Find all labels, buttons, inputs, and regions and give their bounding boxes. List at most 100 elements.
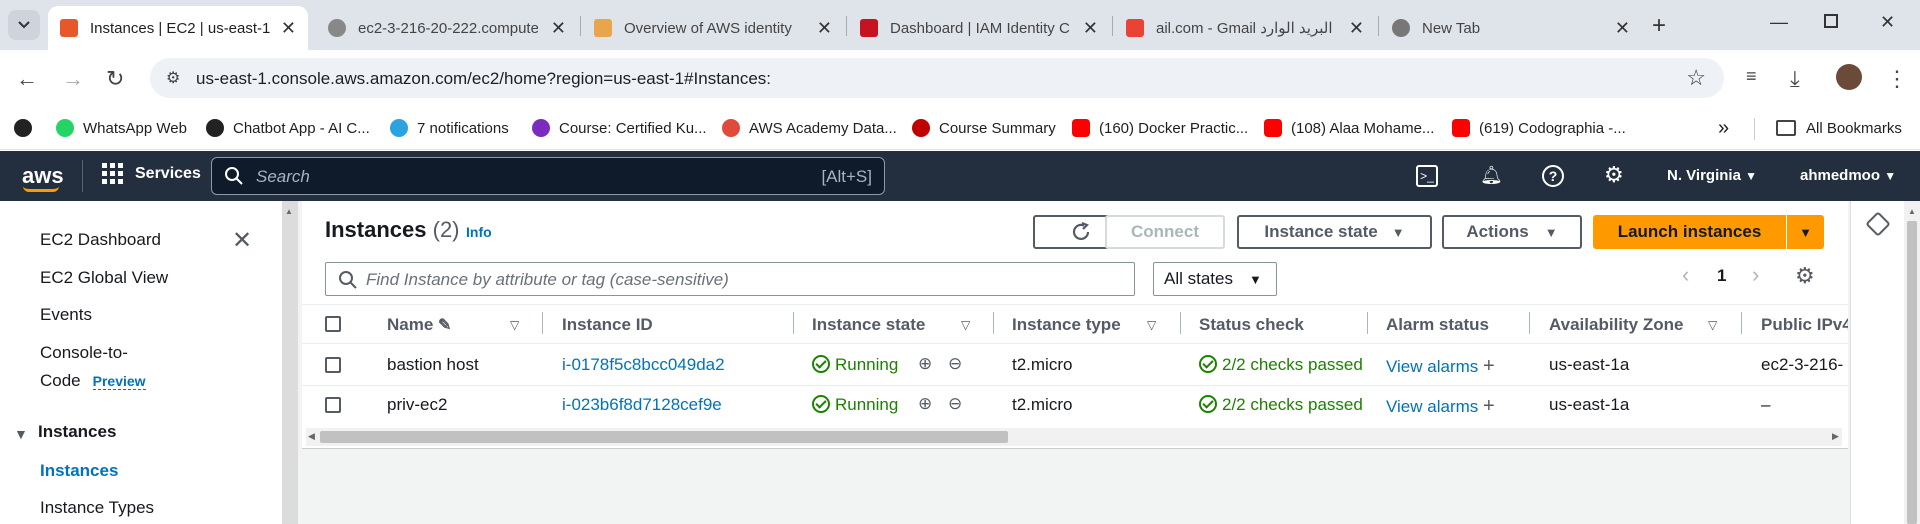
cell-instance-id[interactable]: i-023b6f8d7128cef9e	[562, 395, 722, 415]
launch-dropdown-button[interactable]: ▼	[1787, 215, 1824, 249]
next-page-icon[interactable]: ›	[1752, 262, 1759, 288]
bookmark-codographia[interactable]: (619) Codographia -...	[1452, 116, 1626, 140]
sort-icon[interactable]: ▽	[1147, 318, 1156, 332]
profile-avatar[interactable]	[1836, 64, 1862, 90]
reload-icon[interactable]: ↻	[106, 66, 124, 92]
forward-icon[interactable]: →	[62, 66, 84, 92]
scroll-up-icon[interactable]: ▲	[1908, 207, 1916, 216]
states-select[interactable]: All states ▼	[1153, 262, 1277, 296]
sidebar-item-global-view[interactable]: EC2 Global View	[40, 268, 168, 288]
url-bar[interactable]: ⚙ us-east-1.console.aws.amazon.com/ec2/h…	[150, 58, 1724, 98]
tab-new-tab[interactable]: New Tab ✕	[1380, 6, 1642, 50]
url-text[interactable]: us-east-1.console.aws.amazon.com/ec2/hom…	[196, 69, 771, 89]
tab-gmail[interactable]: ail.com - Gmail البريد الوارد ✕	[1114, 6, 1376, 50]
cell-alarm-status[interactable]: View alarms +	[1386, 355, 1495, 378]
bookmark-docker[interactable]: (160) Docker Practic...	[1072, 116, 1248, 140]
add-alarm-icon[interactable]: +	[1483, 355, 1495, 377]
sort-icon[interactable]: ▽	[1708, 318, 1717, 332]
close-tab-icon[interactable]: ✕	[281, 19, 296, 37]
prev-page-icon[interactable]: ‹	[1682, 262, 1689, 288]
launch-instances-button[interactable]: Launch instances	[1593, 215, 1786, 249]
row-checkbox[interactable]	[325, 397, 341, 413]
restore-button[interactable]	[1824, 14, 1838, 28]
notifications-bell-icon[interactable]: 🔔︎	[1480, 165, 1503, 186]
sort-icon[interactable]: ▽	[961, 318, 970, 332]
aws-search-input[interactable]: Search [Alt+S]	[211, 157, 885, 195]
media-control-icon[interactable]: ≡	[1746, 66, 1757, 87]
sidebar-item-events[interactable]: Events	[40, 305, 92, 325]
column-header-instance-state[interactable]: Instance state	[812, 315, 925, 335]
view-alarms-link[interactable]: View alarms	[1386, 397, 1478, 416]
bookmark-whatsapp[interactable]: WhatsApp Web	[56, 116, 187, 140]
tab-iam-identity[interactable]: Dashboard | IAM Identity C ✕	[848, 6, 1110, 50]
instance-filter-input[interactable]: Find Instance by attribute or tag (case-…	[325, 262, 1135, 296]
zoom-in-icon[interactable]: ⊕	[918, 354, 932, 374]
select-all-checkbox[interactable]	[325, 316, 341, 332]
connect-button[interactable]: Connect	[1105, 215, 1225, 249]
bookmark-telegram[interactable]: 7 notifications	[390, 116, 509, 140]
minimize-button[interactable]: —	[1770, 12, 1788, 33]
column-header-status-check[interactable]: Status check	[1199, 315, 1304, 335]
column-header-name[interactable]: Name ✎	[387, 315, 451, 335]
bookmark-aws-academy[interactable]: AWS Academy Data...	[722, 116, 897, 140]
page-number[interactable]: 1	[1717, 266, 1726, 286]
column-header-instance-type[interactable]: Instance type	[1012, 315, 1121, 335]
tab-search-button[interactable]	[8, 10, 40, 40]
scrollbar-thumb[interactable]	[1907, 221, 1917, 524]
tab-ec2-instances[interactable]: Instances | EC2 | us-east-1 ✕	[48, 6, 308, 50]
column-header-instance-id[interactable]: Instance ID	[562, 315, 653, 335]
sidebar-item-instance-types[interactable]: Instance Types	[40, 498, 154, 518]
close-tab-icon[interactable]: ✕	[551, 19, 566, 37]
bookmark-chatbot[interactable]: Chatbot App - AI C...	[206, 116, 370, 140]
close-tab-icon[interactable]: ✕	[817, 19, 832, 37]
tab-aws-identity[interactable]: Overview of AWS identity ✕	[582, 6, 844, 50]
sort-icon[interactable]: ▽	[510, 318, 519, 332]
star-icon[interactable]: ☆	[1686, 65, 1706, 91]
column-header-availability-zone[interactable]: Availability Zone	[1549, 315, 1683, 335]
services-menu[interactable]: Services	[102, 163, 201, 184]
column-header-public-ipv4[interactable]: Public IPv4	[1761, 315, 1848, 335]
settings-gear-icon[interactable]: ⚙	[1604, 162, 1624, 188]
table-settings-gear-icon[interactable]: ⚙	[1795, 263, 1815, 289]
scroll-right-icon[interactable]: ▶	[1832, 431, 1839, 442]
close-tab-icon[interactable]: ✕	[1615, 19, 1630, 37]
column-header-alarm-status[interactable]: Alarm status	[1386, 315, 1489, 335]
browser-menu-icon[interactable]: ⋮	[1886, 66, 1908, 92]
add-alarm-icon[interactable]: +	[1483, 395, 1495, 417]
cloudshell-icon[interactable]: >_	[1416, 165, 1438, 187]
tab-ec2-compute[interactable]: ec2-3-216-20-222.compute ✕	[316, 6, 578, 50]
scrollbar-thumb[interactable]	[320, 431, 1008, 443]
region-selector[interactable]: N. Virginia ▼	[1667, 167, 1757, 184]
instance-state-button[interactable]: Instance state ▼	[1237, 215, 1432, 249]
close-sidebar-icon[interactable]: ✕	[232, 226, 252, 255]
preview-badge[interactable]: Preview	[92, 373, 146, 390]
scroll-left-icon[interactable]: ◀	[308, 431, 315, 442]
caret-down-icon[interactable]: ▼	[14, 426, 28, 442]
download-icon[interactable]: ⤓	[1790, 66, 1800, 92]
actions-button[interactable]: Actions ▼	[1442, 215, 1582, 249]
help-panel-icon[interactable]	[1865, 211, 1891, 237]
close-tab-icon[interactable]: ✕	[1083, 19, 1098, 37]
page-vertical-scrollbar[interactable]: ▲	[1904, 201, 1920, 524]
zoom-out-icon[interactable]: ⊖	[948, 354, 962, 374]
sidebar-item-ec2-dashboard[interactable]: EC2 Dashboard	[40, 230, 161, 250]
close-tab-icon[interactable]: ✕	[1349, 19, 1364, 37]
bookmark-course-summary[interactable]: Course Summary	[912, 116, 1056, 140]
back-icon[interactable]: ←	[16, 66, 38, 92]
bookmark-alaa[interactable]: (108) Alaa Mohame...	[1264, 116, 1434, 140]
site-settings-icon[interactable]: ⚙	[166, 68, 180, 88]
account-menu[interactable]: ahmedmoo ▼	[1800, 167, 1896, 184]
sidebar-scrollbar[interactable]	[282, 201, 298, 524]
all-bookmarks[interactable]: All Bookmarks	[1776, 116, 1902, 140]
cell-instance-id[interactable]: i-0178f5c8bcc049da2	[562, 355, 725, 375]
cell-alarm-status[interactable]: View alarms +	[1386, 395, 1495, 418]
zoom-out-icon[interactable]: ⊖	[948, 394, 962, 414]
row-checkbox[interactable]	[325, 357, 341, 373]
scroll-up-icon[interactable]: ▲	[285, 207, 293, 216]
view-alarms-link[interactable]: View alarms	[1386, 357, 1478, 376]
zoom-in-icon[interactable]: ⊕	[918, 394, 932, 414]
window-close-button[interactable]: ✕	[1880, 12, 1895, 33]
more-bookmarks-icon[interactable]: »	[1718, 116, 1729, 140]
bookmark-github[interactable]	[14, 116, 41, 140]
info-link[interactable]: Info	[466, 224, 492, 240]
